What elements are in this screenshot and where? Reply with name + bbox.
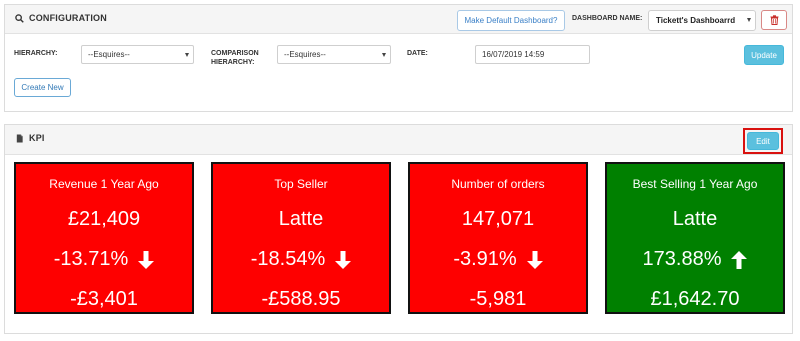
- kpi-card-change: -18.54%: [213, 248, 389, 271]
- delete-dashboard-button[interactable]: [761, 10, 787, 30]
- kpi-header: KPI Edit: [5, 125, 792, 155]
- dashboard-name-select[interactable]: Tickett's Dashboarrd: [648, 10, 756, 31]
- kpi-card-title: Revenue 1 Year Ago: [49, 177, 159, 191]
- chevron-down-icon: [185, 53, 189, 57]
- dashboard-name-label: DASHBOARD NAME:: [572, 15, 643, 22]
- kpi-title: KPI: [15, 133, 45, 143]
- date-label: DATE:: [407, 50, 428, 57]
- arrow-up-icon: [731, 250, 748, 269]
- create-new-button[interactable]: Create New: [14, 78, 71, 97]
- kpi-card-title: Number of orders: [451, 177, 545, 191]
- search-icon: [15, 13, 24, 23]
- trash-icon: [770, 15, 778, 25]
- update-button[interactable]: Update: [744, 45, 784, 65]
- kpi-card-change: -3.91%: [410, 248, 586, 271]
- date-input[interactable]: 16/07/2019 14:59: [475, 45, 590, 64]
- configuration-header: CONFIGURATION Make Default Dashboard? DA…: [5, 5, 792, 34]
- hierarchy-label: HIERARCHY:: [14, 50, 58, 57]
- kpi-card-difference: -5,981: [469, 288, 527, 310]
- kpi-card-change: -13.71%: [16, 248, 192, 271]
- kpi-card-difference: -£588.95: [261, 288, 341, 310]
- comparison-label-line2: HIERARCHY:: [211, 59, 255, 66]
- kpi-card-value: Latte: [672, 208, 718, 230]
- comparison-label-line1: COMPARISON: [211, 50, 259, 57]
- kpi-card-value: Latte: [278, 208, 324, 230]
- kpi-card: Revenue 1 Year Ago £21,409 -13.71% -£3,401: [14, 162, 194, 314]
- kpi-change-percent: -18.54%: [250, 248, 326, 270]
- kpi-card: Number of orders 147,071 -3.91% -5,981: [408, 162, 588, 314]
- arrow-down-icon: [526, 250, 543, 269]
- configuration-title-text: CONFIGURATION: [29, 13, 107, 23]
- arrow-down-icon: [138, 250, 155, 269]
- configuration-panel: CONFIGURATION Make Default Dashboard? DA…: [4, 4, 793, 112]
- configuration-title: CONFIGURATION: [15, 13, 107, 23]
- chevron-down-icon: [747, 18, 751, 22]
- dashboard-name-value: Tickett's Dashboarrd: [656, 16, 736, 25]
- kpi-change-percent: 173.88%: [642, 248, 722, 270]
- comparison-hierarchy-value: --Esquires--: [284, 50, 326, 59]
- kpi-card-title: Top Seller: [274, 177, 328, 191]
- kpi-panel: KPI Edit Revenue 1 Year Ago £21,409 -13.71…: [4, 124, 793, 334]
- kpi-card: Best Selling 1 Year Ago Latte 173.88% £1,64…: [605, 162, 785, 314]
- kpi-card-difference: -£3,401: [70, 288, 138, 310]
- comparison-hierarchy-label: COMPARISON HIERARCHY:: [211, 49, 259, 67]
- edit-button[interactable]: Edit: [747, 132, 779, 150]
- document-icon: [16, 133, 23, 143]
- kpi-card-title: Best Selling 1 Year Ago: [632, 177, 758, 191]
- kpi-card-change: 173.88%: [607, 248, 783, 271]
- make-default-dashboard-button[interactable]: Make Default Dashboard?: [457, 10, 565, 31]
- kpi-card-value: £21,409: [67, 208, 141, 230]
- comparison-hierarchy-select[interactable]: --Esquires--: [277, 45, 391, 64]
- chevron-down-icon: [382, 53, 386, 57]
- kpi-card: Top Seller Latte -18.54% -£588.95: [211, 162, 391, 314]
- kpi-card-value: 147,071: [461, 208, 535, 230]
- kpi-card-difference: £1,642.70: [650, 288, 740, 310]
- kpi-change-percent: -3.91%: [453, 248, 517, 270]
- hierarchy-select[interactable]: --Esquires--: [81, 45, 194, 64]
- kpi-change-percent: -13.71%: [53, 248, 129, 270]
- kpi-title-text: KPI: [29, 133, 45, 143]
- arrow-down-icon: [335, 250, 352, 269]
- hierarchy-value: --Esquires--: [88, 50, 130, 59]
